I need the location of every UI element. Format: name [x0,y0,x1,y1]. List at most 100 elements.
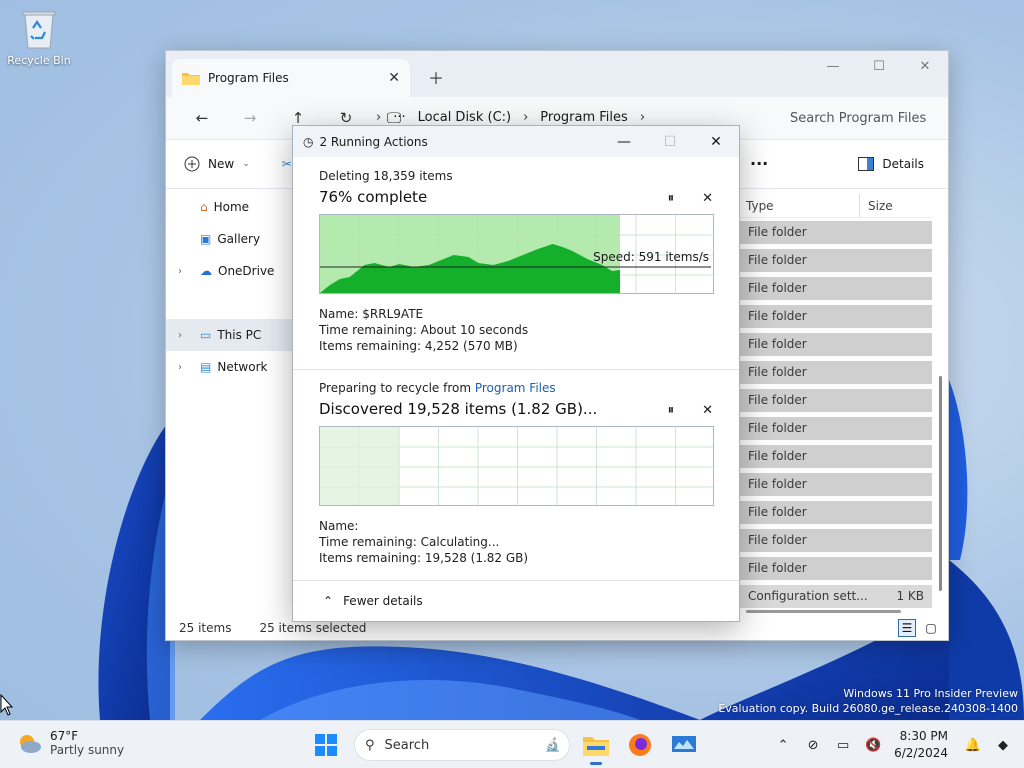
table-cell: File folder [740,332,932,356]
table-row[interactable]: File folder [740,414,933,442]
table-row[interactable]: File folder [740,302,933,330]
close-icon[interactable]: ✕ [902,51,948,81]
volume-off-icon[interactable]: 🔇 [858,738,888,753]
chevron-right-icon[interactable]: › [178,266,182,277]
nav-item-home[interactable]: ⌂ Home [166,191,296,223]
file-explorer-taskbar-icon[interactable] [582,731,610,765]
clock[interactable]: 8:30 PM 6/2/2024 [894,728,948,762]
network-off-icon[interactable]: ⊘ [798,738,828,753]
search-input[interactable]: Search Program Files [778,103,938,133]
speed-label: Speed: 591 items/s [593,250,709,264]
table-row[interactable]: File folder [740,526,933,554]
breadcrumb-overflow-icon[interactable]: ··· [393,110,405,125]
table-row[interactable]: File folder [740,386,933,414]
vertical-scrollbar[interactable] [939,376,942,591]
table-cell: File folder [740,388,932,412]
tiles-view-icon[interactable]: ▢ [922,619,940,637]
column-header-type[interactable]: Type [738,194,860,217]
table-row[interactable]: File folder [740,246,933,274]
minimize-icon[interactable]: — [810,51,856,81]
home-icon: ⌂ [200,200,208,214]
firefox-taskbar-icon[interactable] [626,731,654,759]
nav-label: Home [213,200,250,214]
watermark-line2: Evaluation copy. Build 26080.ge_release.… [718,702,1018,715]
chevron-right-icon[interactable]: › [178,330,182,341]
name-label: Name: [319,307,359,321]
close-tab-icon[interactable]: ✕ [388,70,400,86]
weather-widget[interactable]: 67°F Partly sunny [16,729,124,757]
table-row[interactable]: File folder [740,274,933,302]
table-row[interactable]: File folder [740,330,933,358]
close-icon[interactable]: ✕ [693,126,739,157]
maximize-icon[interactable]: ☐ [856,51,902,81]
graph-progress-fill [320,427,400,505]
search-icon: ⚲ [365,737,375,753]
action-progress-text: 76% complete [319,188,428,206]
details-view-icon[interactable]: ☰ [898,619,916,637]
table-cell: File folder [740,276,932,300]
horizontal-scrollbar[interactable] [746,610,901,613]
app-taskbar-icon[interactable] [670,731,698,759]
table-row[interactable]: File folder [740,498,933,526]
back-arrow-icon[interactable]: ← [178,109,226,127]
cut-icon[interactable]: ✂ [282,157,292,171]
table-cell: File folder [740,444,932,468]
details-label: Details [882,157,924,171]
progress-graph: Speed: 591 items/s [319,214,714,294]
plus-icon[interactable]: ＋ [428,65,444,89]
table-row[interactable]: File folder [740,470,933,498]
copilot-icon[interactable]: ◆ [988,738,1018,753]
nav-item-onedrive[interactable]: › ☁ OneDrive [166,255,296,287]
more-options-icon[interactable]: ··· [750,154,768,173]
cell-type: File folder [748,337,807,351]
search-highlight-icon: 🔬 [544,737,561,753]
minimize-icon[interactable]: — [601,126,647,157]
fewer-details-button[interactable]: ⌃ Fewer details [323,594,423,608]
table-cell: File folder [740,500,932,524]
cell-type: File folder [748,505,807,519]
nav-item-network[interactable]: › ▤ Network [166,351,296,383]
start-windows-icon[interactable] [314,733,338,757]
notification-bell-icon[interactable]: 🔔 [958,738,988,753]
program-files-link[interactable]: Program Files [475,381,556,395]
cancel-icon[interactable]: ✕ [702,191,713,206]
display-icon[interactable]: ▭ [828,738,858,753]
new-button[interactable]: New ⌄ ✂ [184,156,292,172]
nav-item-this-pc[interactable]: › ▭ This PC [166,319,296,351]
cell-type: File folder [748,449,807,463]
action-buttons: ⏸ ✕ [668,403,713,418]
clock-date: 6/2/2024 [894,746,948,760]
breadcrumb-program-files[interactable]: Program Files [540,110,628,125]
chevron-right-icon: › [523,110,529,125]
nav-label: OneDrive [218,264,275,278]
dialog-window-controls: — ☐ ✕ [601,126,739,157]
taskbar-search-box[interactable]: ⚲ Search 🔬 [354,729,570,761]
table-row[interactable]: Configuration sett... 1 KB [740,582,933,610]
forward-arrow-icon[interactable]: → [226,109,274,127]
nav-item-gallery[interactable]: ▣ Gallery [166,223,296,255]
dialog-title: 2 Running Actions [319,134,428,149]
window-controls: — ☐ ✕ [810,51,948,81]
details-pane-icon [858,157,875,171]
table-row[interactable]: File folder [740,218,933,246]
chevron-up-icon[interactable]: ⌃ [768,738,798,753]
chevron-up-icon: ⌃ [323,594,334,608]
pause-icon[interactable]: ⏸ [668,403,675,418]
pause-icon[interactable]: ⏸ [668,191,675,206]
details-button[interactable]: Details [858,157,924,171]
nav-label: This PC [217,328,262,342]
column-header-size[interactable]: Size [860,194,901,217]
breadcrumb-local-disk[interactable]: Local Disk (C:) [418,110,511,125]
table-row[interactable]: File folder [740,554,933,582]
dialog-title-bar: ◷ 2 Running Actions — ☐ ✕ [293,126,739,157]
recycle-bin-desktop-icon[interactable]: Recycle Bin [6,8,72,67]
tab-program-files[interactable]: Program Files ✕ [172,59,410,97]
action-details: Name: Time remaining: Calculating... Ite… [319,518,715,566]
chevron-right-icon[interactable]: › [178,362,182,373]
table-row[interactable]: File folder [740,442,933,470]
gallery-icon: ▣ [200,232,212,246]
nav-label: Network [217,360,268,374]
time-label: Time remaining: [319,323,417,337]
cancel-icon[interactable]: ✕ [702,403,713,418]
table-row[interactable]: File folder [740,358,933,386]
